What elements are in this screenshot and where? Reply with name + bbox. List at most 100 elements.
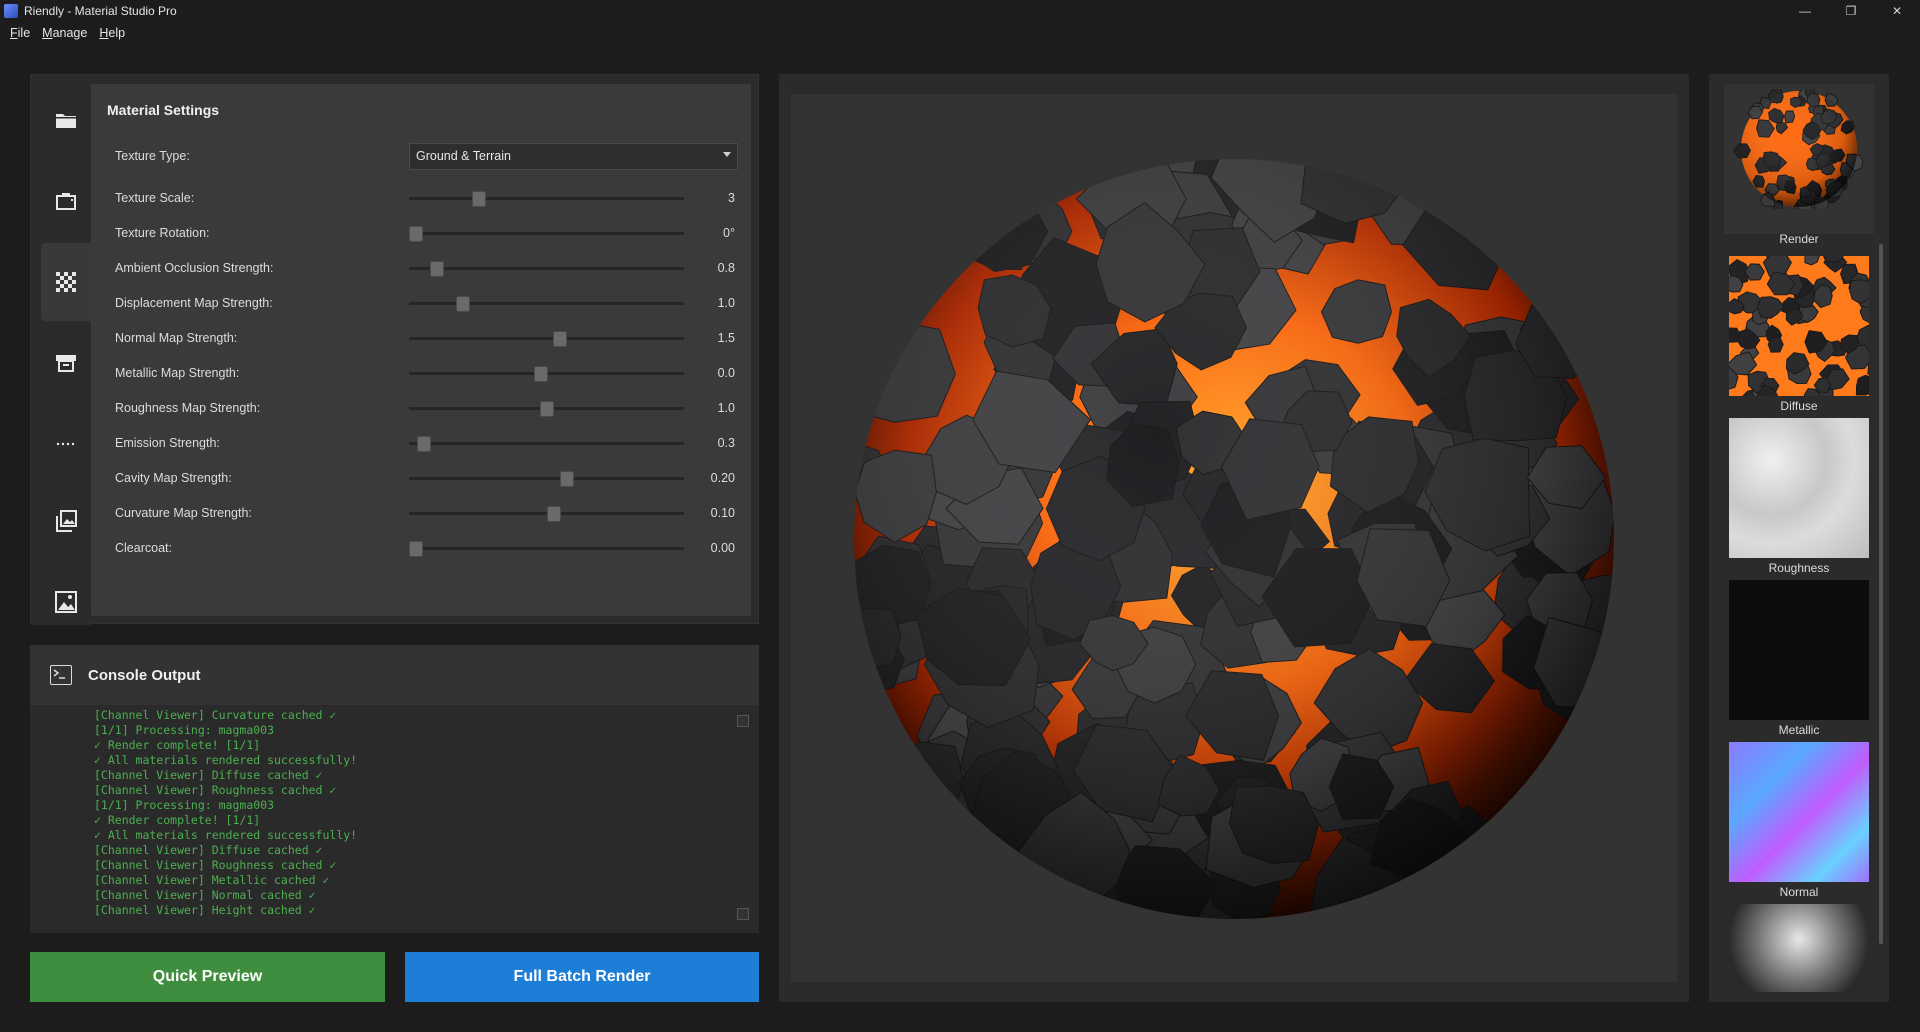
channel-height[interactable] (1729, 904, 1869, 992)
full-batch-render-button[interactable]: Full Batch Render (405, 952, 759, 1002)
sidebar-item-gallery[interactable] (41, 482, 91, 560)
texture-type-select[interactable]: Ground & Terrain (409, 142, 738, 170)
slider-row: Normal Map Strength: 1.5 (115, 326, 735, 350)
slider-value: 0.3 (717, 436, 735, 450)
slider-track[interactable] (409, 337, 684, 340)
menu-file[interactable]: File (10, 26, 30, 40)
channel-metallic[interactable]: Metallic (1729, 580, 1869, 737)
scroll-up-arrow[interactable] (737, 715, 749, 727)
slider-thumb[interactable] (417, 436, 431, 452)
console-line: [Channel Viewer] Height cached ✓ (94, 903, 316, 917)
slider-label: Clearcoat: (115, 541, 172, 555)
channel-label-metallic: Metallic (1778, 723, 1820, 737)
slider-thumb[interactable] (430, 261, 444, 277)
menu-manage[interactable]: Manage (42, 26, 87, 40)
slider[interactable] (409, 396, 684, 420)
channel-label-roughness: Roughness (1768, 561, 1830, 575)
slider-row: Roughness Map Strength: 1.0 (115, 396, 735, 420)
slider[interactable] (409, 361, 684, 385)
slider-label: Cavity Map Strength: (115, 471, 232, 485)
console-line: [Channel Viewer] Roughness cached ✓ (94, 858, 337, 872)
channel-normal[interactable]: Normal (1729, 742, 1869, 899)
slider-value: 0.20 (710, 471, 735, 485)
slider[interactable] (409, 536, 684, 560)
console-line: ✓ All materials rendered successfully! (94, 753, 358, 767)
slider-value: 0.0 (717, 366, 735, 380)
slider-track[interactable] (409, 547, 684, 550)
roughness-thumbnail (1729, 418, 1869, 558)
console-line: ✓ Render complete! [1/1] (94, 813, 261, 827)
checker-icon (56, 272, 76, 292)
slider-track[interactable] (409, 232, 684, 235)
diffuse-thumbnail (1729, 256, 1869, 396)
slider[interactable] (409, 221, 684, 245)
menu-bar: File Manage Help (0, 22, 127, 44)
channel-render[interactable] (1724, 84, 1874, 234)
slider[interactable] (409, 256, 684, 280)
quick-preview-button[interactable]: Quick Preview (30, 952, 385, 1002)
slider-thumb[interactable] (534, 366, 548, 382)
texture-type-label: Texture Type: (115, 149, 190, 163)
slider-track[interactable] (409, 477, 684, 480)
slider-value: 3 (728, 191, 735, 205)
window-title: Riendly - Material Studio Pro (24, 4, 177, 18)
slider-thumb[interactable] (553, 331, 567, 347)
texture-type-row: Texture Type: Ground & Terrain (115, 142, 738, 170)
scroll-down-arrow[interactable] (737, 908, 749, 920)
dots-icon (56, 442, 75, 446)
sidebar-item-dots[interactable] (41, 405, 91, 483)
channel-scrollbar[interactable] (1879, 244, 1883, 944)
slider[interactable] (409, 291, 684, 315)
sidebar-item-materials[interactable] (41, 243, 91, 321)
menu-help[interactable]: Help (99, 26, 125, 40)
slider[interactable] (409, 326, 684, 350)
sidebar-item-files[interactable] (41, 81, 91, 159)
slider-label: Texture Scale: (115, 191, 195, 205)
close-button[interactable]: ✕ (1874, 0, 1920, 22)
image-icon (55, 591, 77, 613)
channel-label-diffuse: Diffuse (1780, 399, 1818, 413)
slider-row: Emission Strength: 0.3 (115, 431, 735, 455)
slider-track[interactable] (409, 302, 684, 305)
slider-thumb[interactable] (560, 471, 574, 487)
slider-label: Emission Strength: (115, 436, 220, 450)
normal-thumbnail (1729, 742, 1869, 882)
render-thumbnail (1729, 89, 1869, 209)
channel-diffuse[interactable]: Diffuse (1729, 256, 1869, 413)
console-line: [Channel Viewer] Normal cached ✓ (94, 888, 316, 902)
slider-thumb[interactable] (409, 226, 423, 242)
viewport-panel (779, 74, 1689, 1002)
minimize-button[interactable]: — (1782, 0, 1828, 22)
slider-thumb[interactable] (540, 401, 554, 417)
slider-label: Ambient Occlusion Strength: (115, 261, 274, 275)
slider-label: Displacement Map Strength: (115, 296, 273, 310)
console-line: [Channel Viewer] Diffuse cached ✓ (94, 843, 323, 857)
render-viewport[interactable] (791, 94, 1677, 982)
slider[interactable] (409, 186, 684, 210)
slider-thumb[interactable] (547, 506, 561, 522)
section-title: Material Settings (107, 102, 220, 118)
slider-thumb[interactable] (472, 191, 486, 207)
slider-label: Curvature Map Strength: (115, 506, 252, 520)
sidebar-item-print[interactable] (41, 324, 91, 402)
slider-track[interactable] (409, 267, 684, 270)
slider-thumb[interactable] (456, 296, 470, 312)
slider-row: Cavity Map Strength: 0.20 (115, 466, 735, 490)
console-output[interactable]: [Channel Viewer] Curvature cached ✓ [1/1]… (30, 705, 759, 933)
slider-track[interactable] (409, 197, 684, 200)
gallery-icon (56, 510, 77, 532)
console-line: ✓ Render complete! [1/1] (94, 738, 261, 752)
slider-row: Texture Rotation: 0° (115, 221, 735, 245)
maximize-button[interactable]: ❐ (1828, 0, 1874, 22)
texture-type-value: Ground & Terrain (416, 149, 511, 163)
slider[interactable] (409, 466, 684, 490)
console-line: [1/1] Processing: magma003 (94, 798, 275, 812)
slider[interactable] (409, 501, 684, 525)
console-line: [Channel Viewer] Diffuse cached ✓ (94, 768, 323, 782)
sidebar-item-image[interactable] (41, 563, 91, 641)
channel-roughness[interactable]: Roughness (1729, 418, 1869, 575)
sidebar-item-camera[interactable] (41, 162, 91, 240)
slider-thumb[interactable] (409, 541, 423, 557)
slider[interactable] (409, 431, 684, 455)
slider-track[interactable] (409, 442, 684, 445)
